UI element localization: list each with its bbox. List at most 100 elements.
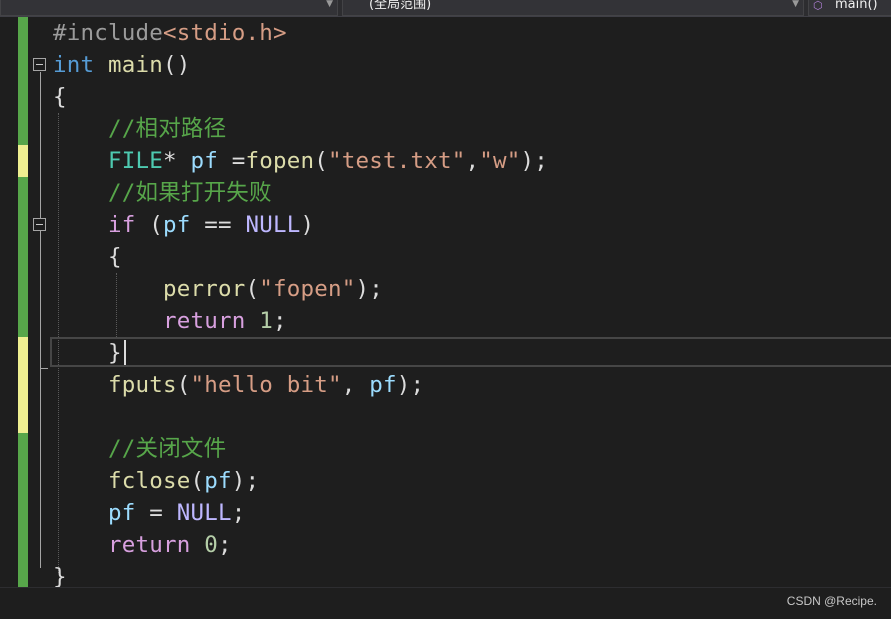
watermark: CSDN @Recipe. bbox=[786, 594, 877, 608]
saved-change-marker bbox=[18, 113, 28, 145]
code-line-12[interactable]: fputs("hello bit", pf); bbox=[53, 369, 424, 401]
code-line-15[interactable]: fclose(pf); bbox=[53, 465, 259, 497]
code-token: #include bbox=[53, 20, 163, 46]
code-token: return bbox=[108, 532, 191, 558]
code-token: ); bbox=[520, 148, 548, 174]
code-token: //相对路径 bbox=[108, 116, 227, 142]
code-token: NULL bbox=[245, 212, 301, 238]
horizontal-scrollbar[interactable] bbox=[0, 587, 891, 619]
code-line-4[interactable]: //相对路径 bbox=[53, 113, 226, 145]
code-line-17[interactable]: return 0; bbox=[53, 529, 232, 561]
code-token: <stdio.h> bbox=[162, 20, 287, 46]
cube-icon: ⬡ bbox=[813, 0, 823, 12]
code-token: ); bbox=[231, 468, 260, 494]
code-token: = bbox=[135, 500, 177, 526]
code-token: ( bbox=[314, 148, 328, 174]
saved-change-marker bbox=[18, 209, 28, 241]
collapse-main-icon[interactable] bbox=[33, 58, 46, 71]
unsaved-change-marker bbox=[18, 145, 28, 177]
code-token: pf bbox=[163, 212, 191, 238]
code-token: ( bbox=[176, 372, 191, 398]
code-token: ) bbox=[300, 212, 315, 238]
navigation-bar: ▼ (全局范围) ▼ ⬡ main() bbox=[0, 0, 891, 17]
code-line-10[interactable]: return 1; bbox=[53, 305, 287, 337]
chevron-down-icon[interactable]: ▼ bbox=[792, 0, 799, 12]
saved-change-marker bbox=[18, 81, 28, 113]
code-line-14[interactable]: //关闭文件 bbox=[53, 433, 226, 465]
code-token: , bbox=[341, 372, 370, 398]
code-token: int bbox=[53, 52, 95, 78]
code-line-3[interactable]: { bbox=[53, 81, 67, 113]
code-token: FILE bbox=[108, 148, 163, 174]
code-token: pf bbox=[369, 372, 397, 398]
code-token: fclose bbox=[108, 468, 191, 494]
code-token: } bbox=[53, 340, 122, 366]
code-line-9[interactable]: perror("fopen"); bbox=[53, 273, 383, 305]
saved-change-marker bbox=[18, 49, 28, 81]
code-token: //如果打开失败 bbox=[108, 180, 272, 206]
code-token: , bbox=[465, 148, 480, 174]
code-token: ( bbox=[190, 468, 205, 494]
saved-change-marker bbox=[18, 241, 28, 273]
chevron-down-icon[interactable]: ▼ bbox=[326, 0, 333, 12]
saved-change-marker bbox=[18, 433, 28, 465]
code-token: pf bbox=[204, 468, 232, 494]
code-token: pf bbox=[108, 500, 136, 526]
code-token: "hello bit" bbox=[190, 372, 342, 398]
scope-dropdown[interactable]: (全局范围) ▼ bbox=[342, 0, 804, 16]
saved-change-marker bbox=[18, 273, 28, 305]
fold-line-if bbox=[40, 232, 41, 368]
code-line-16[interactable]: pf = NULL; bbox=[53, 497, 246, 529]
saved-change-marker bbox=[18, 497, 28, 529]
code-token: //关闭文件 bbox=[108, 436, 227, 462]
code-token: ( bbox=[135, 212, 163, 238]
code-line-7[interactable]: if (pf == NULL) bbox=[53, 209, 314, 241]
saved-change-marker bbox=[18, 529, 28, 561]
code-token: ; bbox=[217, 532, 232, 558]
current-line-highlight bbox=[50, 337, 891, 367]
code-token: ; bbox=[231, 500, 246, 526]
code-line-2[interactable]: int main() bbox=[53, 49, 191, 81]
code-token: * bbox=[163, 148, 191, 174]
code-line-5[interactable]: FILE* pf =fopen("test.txt","w"); bbox=[53, 145, 548, 177]
unsaved-change-marker bbox=[18, 337, 28, 369]
code-token: "test.txt" bbox=[327, 148, 466, 174]
code-token: NULL bbox=[176, 500, 232, 526]
code-token: pf bbox=[190, 148, 218, 174]
fold-end-if bbox=[40, 368, 48, 369]
code-token: fputs bbox=[108, 372, 177, 398]
code-line-6[interactable]: //如果打开失败 bbox=[53, 177, 272, 209]
code-line-8[interactable]: { bbox=[53, 241, 122, 273]
saved-change-marker bbox=[18, 17, 28, 49]
collapse-if-icon[interactable] bbox=[33, 218, 46, 231]
code-token: fopen bbox=[245, 148, 315, 174]
unsaved-change-marker bbox=[18, 401, 28, 433]
code-line-11[interactable]: } bbox=[53, 337, 122, 369]
code-token: 0 bbox=[204, 532, 218, 558]
code-token: "fopen" bbox=[259, 276, 356, 302]
member-dropdown[interactable]: ⬡ main() bbox=[808, 0, 891, 16]
code-line-1[interactable]: #include<stdio.h> bbox=[53, 17, 287, 49]
unsaved-change-marker bbox=[18, 369, 28, 401]
code-token: 1 bbox=[259, 308, 273, 334]
code-token: ; bbox=[272, 308, 287, 334]
member-dropdown-value: main() bbox=[835, 0, 878, 12]
saved-change-marker bbox=[18, 177, 28, 209]
code-token: ( bbox=[245, 276, 260, 302]
code-token: == bbox=[190, 212, 246, 238]
code-token: perror bbox=[162, 276, 246, 302]
project-dropdown[interactable]: ▼ bbox=[0, 0, 338, 16]
code-token: return bbox=[162, 308, 246, 334]
code-token: if bbox=[108, 212, 136, 238]
